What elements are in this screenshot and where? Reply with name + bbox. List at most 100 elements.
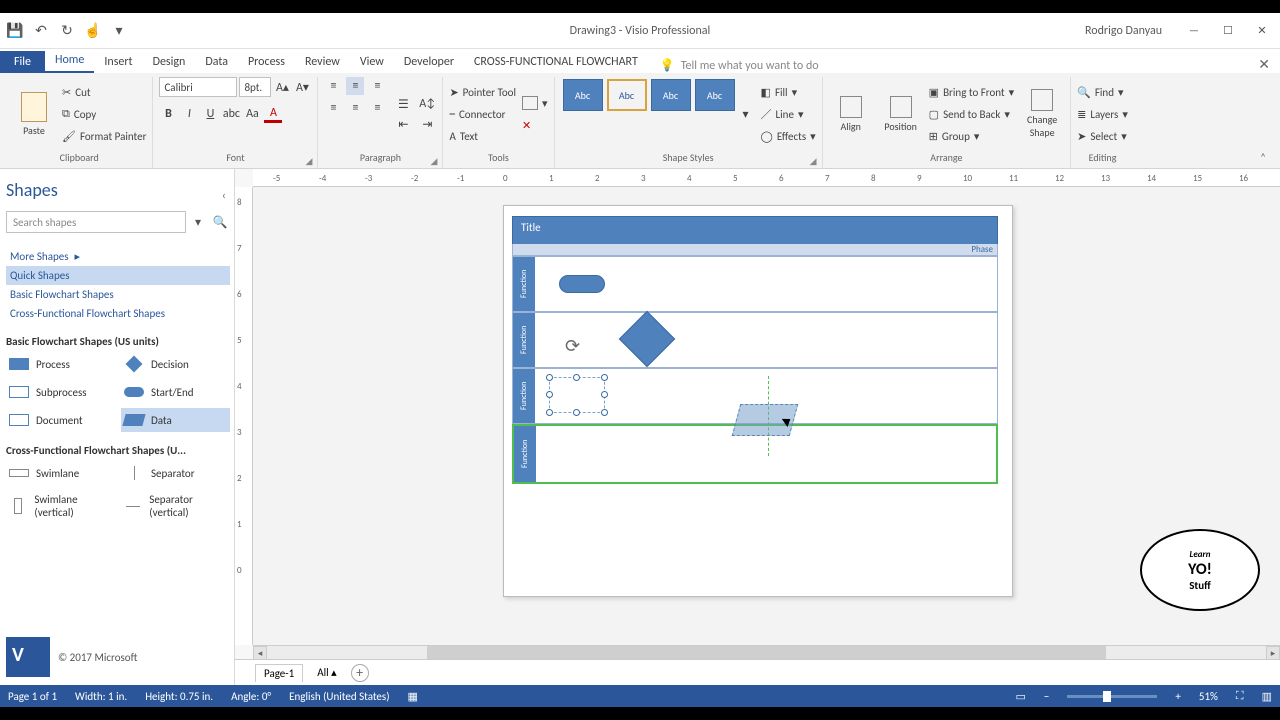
tell-me-search[interactable]: 💡 Tell me what you want to do [660, 58, 819, 73]
shape-data[interactable]: Data [121, 408, 230, 432]
category-cross-functional[interactable]: Cross-Functional Flowchart Shapes [6, 304, 230, 323]
fill-button[interactable]: ◧Fill▾ [761, 82, 816, 102]
send-back-button[interactable]: ▢Send to Back▾ [929, 104, 1014, 124]
search-shapes-input[interactable]: Search shapes [6, 211, 186, 233]
rectangle-tool-icon[interactable] [522, 96, 538, 110]
status-page[interactable]: Page 1 of 1 [8, 690, 57, 703]
shape-separator-vertical[interactable]: Separator (vertical) [121, 489, 230, 523]
tab-home[interactable]: Home [45, 49, 94, 73]
styles-more-icon[interactable]: ▾ [737, 105, 755, 123]
zoom-level[interactable]: 51% [1199, 690, 1218, 703]
case-button[interactable]: Aa [243, 105, 261, 123]
lane-label-2[interactable]: Function [513, 313, 535, 367]
align-right-icon[interactable]: ≡ [368, 99, 386, 117]
change-shape-button[interactable]: Change Shape [1020, 77, 1064, 151]
shape-process[interactable]: Process [6, 352, 115, 376]
effects-button[interactable]: ◯Effects▾ [761, 126, 816, 146]
format-painter-button[interactable]: 🖌Format Painter [62, 126, 146, 146]
macro-recording-icon[interactable]: ▦ [408, 690, 418, 703]
scroll-right-icon[interactable]: ▸ [1266, 646, 1280, 660]
tab-process[interactable]: Process [238, 51, 295, 73]
qat-dropdown-icon[interactable]: ▾ [110, 22, 128, 40]
select-button[interactable]: ➤Select▾ [1077, 126, 1128, 146]
find-button[interactable]: 🔍Find▾ [1077, 82, 1128, 102]
lane-label-3[interactable]: Function [513, 369, 535, 423]
shrink-font-icon[interactable]: A▾ [293, 78, 311, 96]
increase-indent-icon[interactable]: ⇥ [418, 115, 436, 133]
line-button[interactable]: ／Line▾ [761, 104, 816, 124]
tab-file[interactable]: File [0, 51, 45, 73]
layers-button[interactable]: ≣Layers▾ [1077, 104, 1128, 124]
canvas-shape-startend[interactable] [559, 275, 605, 293]
collapse-shapes-icon[interactable]: ‹ [222, 189, 226, 203]
grow-font-icon[interactable]: A▴ [273, 78, 291, 96]
swimlane-phase[interactable]: Phase [512, 244, 998, 256]
align-bottom-icon[interactable]: ≡ [368, 77, 386, 95]
swimlane-2[interactable]: Function ⟳ [512, 312, 998, 368]
page-tab-1[interactable]: Page-1 [255, 664, 303, 682]
minimize-button[interactable]: — [1182, 21, 1206, 41]
redo-icon[interactable]: ↻ [58, 22, 76, 40]
styles-dialog-launcher[interactable]: ◢ [810, 156, 820, 166]
align-left-icon[interactable]: ≡ [324, 99, 342, 117]
scroll-left-icon[interactable]: ◂ [253, 646, 267, 660]
lane-label-4[interactable]: Function [514, 426, 536, 482]
shape-swimlane-vertical[interactable]: Swimlane (vertical) [6, 489, 115, 523]
collapse-ribbon-icon[interactable]: ˄ [1252, 147, 1274, 168]
rotate-handle-icon[interactable]: ⟳ [565, 335, 580, 357]
tab-view[interactable]: View [350, 51, 394, 73]
align-button[interactable]: Align [829, 77, 873, 151]
tab-review[interactable]: Review [295, 51, 350, 73]
font-color-button[interactable]: A [264, 105, 282, 123]
position-button[interactable]: Position [879, 77, 923, 151]
font-name-select[interactable]: Calibri [159, 77, 237, 97]
bold-button[interactable]: B [159, 105, 177, 123]
group-button[interactable]: ⊞Group▾ [929, 126, 1014, 146]
text-direction-icon[interactable]: A↕ [418, 95, 436, 113]
italic-button[interactable]: I [180, 105, 198, 123]
underline-button[interactable]: U [201, 105, 219, 123]
swimlane-1[interactable]: Function [512, 256, 998, 312]
bring-front-button[interactable]: ▣Bring to Front▾ [929, 82, 1014, 102]
align-top-icon[interactable]: ≡ [324, 77, 342, 95]
delete-tool-icon[interactable]: ✕ [522, 119, 531, 132]
shape-document[interactable]: Document [6, 408, 115, 432]
fit-window-icon[interactable]: ⛶ [1236, 689, 1244, 703]
style-swatch-3[interactable]: Abc [651, 79, 691, 111]
category-quick-shapes[interactable]: Quick Shapes [6, 266, 230, 285]
search-dropdown-icon[interactable]: ▾ [188, 211, 208, 233]
style-swatch-4[interactable]: Abc [695, 79, 735, 111]
style-swatch-2[interactable]: Abc [607, 79, 647, 111]
status-language[interactable]: English (United States) [289, 690, 389, 703]
maximize-button[interactable]: ☐ [1216, 21, 1240, 41]
align-middle-icon[interactable]: ≡ [346, 77, 364, 95]
user-name[interactable]: Rodrigo Danyau [1085, 24, 1162, 38]
connector-tool-button[interactable]: ⎯Connector [449, 104, 516, 124]
tab-developer[interactable]: Developer [394, 51, 464, 73]
zoom-slider[interactable] [1067, 695, 1157, 698]
shape-startend[interactable]: Start/End [121, 380, 230, 404]
touch-mode-icon[interactable]: ☝ [84, 22, 102, 40]
switch-windows-icon[interactable]: ▥ [1262, 690, 1272, 703]
tab-design[interactable]: Design [143, 51, 196, 73]
search-icon[interactable]: 🔍 [210, 211, 230, 233]
chevron-down-icon[interactable]: ▾ [542, 97, 548, 110]
scroll-thumb[interactable] [427, 646, 1106, 659]
shape-decision[interactable]: Decision [121, 352, 230, 376]
close-button[interactable]: ✕ [1250, 21, 1274, 41]
paragraph-dialog-launcher[interactable]: ◢ [430, 156, 440, 166]
text-tool-button[interactable]: AText [449, 126, 516, 146]
tab-insert[interactable]: Insert [94, 51, 142, 73]
font-size-select[interactable]: 8pt. [239, 77, 271, 97]
close-tab-icon[interactable]: ✕ [1258, 56, 1270, 73]
page-tab-all[interactable]: All ▴ [317, 666, 336, 679]
decrease-indent-icon[interactable]: ⇤ [394, 115, 412, 133]
shape-subprocess[interactable]: Subprocess [6, 380, 115, 404]
lane-label-1[interactable]: Function [513, 257, 535, 311]
strikethrough-button[interactable]: abc [222, 105, 240, 123]
font-dialog-launcher[interactable]: ◢ [305, 156, 315, 166]
tab-data[interactable]: Data [195, 51, 238, 73]
save-icon[interactable]: 💾 [6, 22, 24, 40]
canvas-shape-process-selected[interactable] [549, 377, 605, 413]
canvas-shape-decision[interactable] [619, 311, 676, 368]
